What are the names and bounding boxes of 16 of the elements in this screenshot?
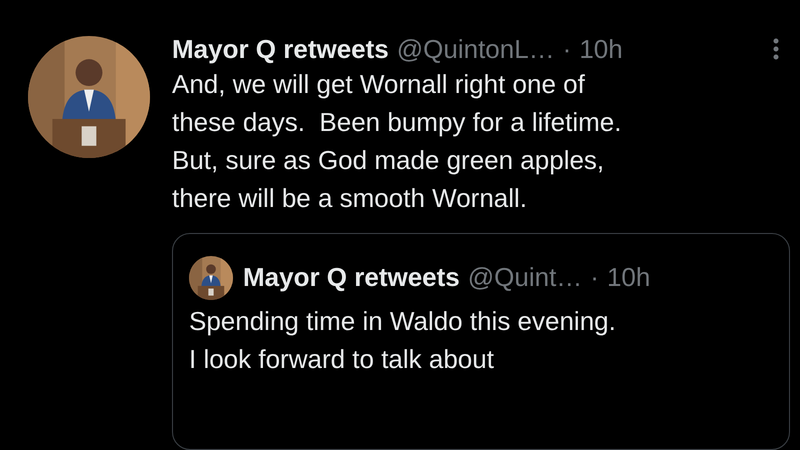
separator-dot: ·	[590, 262, 599, 294]
user-handle[interactable]: @QuintonL…	[396, 34, 555, 64]
tweet-text: these days. Been bumpy for a lifetime.	[172, 106, 622, 139]
post-time[interactable]: 10h	[579, 34, 623, 64]
post-time[interactable]: 10h	[606, 262, 650, 294]
author-name[interactable]: Mayor Q retweets	[172, 34, 389, 64]
quoted-tweet-card[interactable]: Mayor Q retweets @Quint… · 10h Spending time in Waldo this evening. I look forward to talk about	[172, 232, 790, 450]
author-name[interactable]: Mayor Q retweets	[243, 262, 460, 294]
separator-dot: ·	[562, 34, 572, 64]
more-icon[interactable]	[772, 37, 780, 61]
tweet-text: And, we will get Wornall right one of	[172, 68, 586, 101]
tweet-text: there will be a smooth Wornall.	[172, 182, 528, 215]
quoted-tweet-text: I look forward to talk about	[189, 342, 495, 376]
quoted-tweet-text: Spending time in Waldo this evening.	[189, 304, 617, 338]
user-handle[interactable]: @Quint…	[468, 262, 582, 294]
tweet-text: But, sure as God made green apples,	[172, 144, 606, 177]
